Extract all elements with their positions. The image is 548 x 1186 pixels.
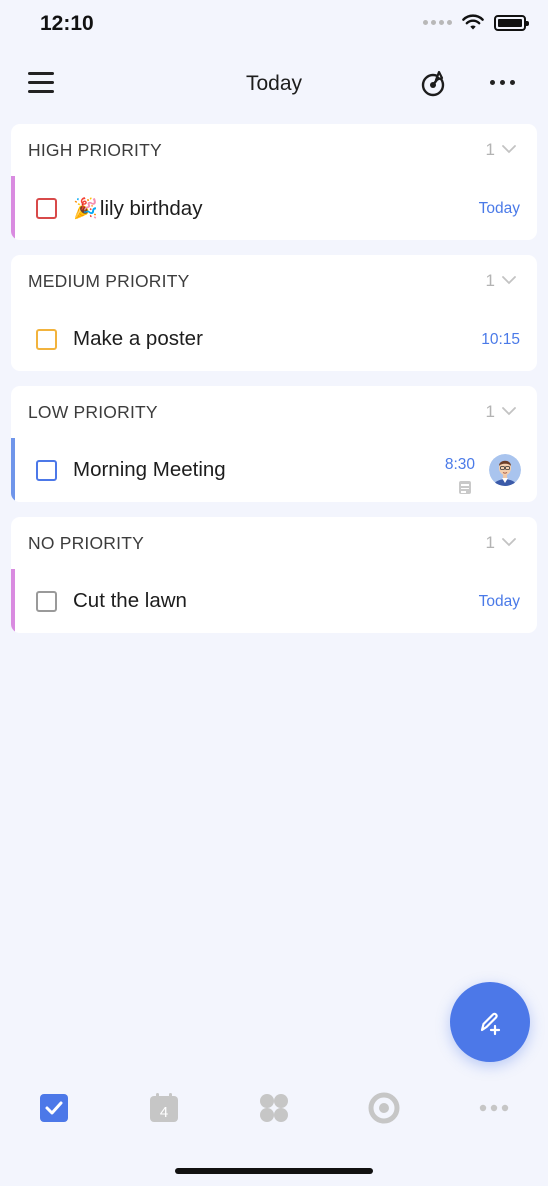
assignee-avatar[interactable]: [489, 454, 521, 486]
section-count: 1: [485, 140, 495, 159]
home-indicator[interactable]: [175, 1168, 373, 1174]
party-popper-icon: 🎉: [73, 198, 98, 220]
section-count: 1: [485, 533, 495, 552]
task-date: Today: [478, 593, 520, 610]
task-date: 10:15: [481, 331, 520, 348]
section-title: MEDIUM PRIORITY: [28, 271, 190, 291]
task-checkbox[interactable]: [36, 460, 57, 481]
chevron-down-icon[interactable]: [501, 142, 517, 156]
section-medium-priority: MEDIUM PRIORITY 1 Make a poster 10:15: [11, 255, 537, 371]
section-no-priority: NO PRIORITY 1 Cut the lawn Today: [11, 517, 537, 633]
tab-apps[interactable]: [258, 1092, 290, 1124]
task-title: 🎉 lily birthday: [73, 196, 202, 221]
task-accent-stripe: [11, 438, 15, 502]
add-task-button[interactable]: [450, 982, 530, 1062]
task-row[interactable]: Cut the lawn Today: [11, 569, 537, 633]
section-count: 1: [485, 402, 495, 421]
section-header[interactable]: LOW PRIORITY 1: [11, 386, 537, 438]
focus-tab-icon: [368, 1092, 400, 1124]
note-icon: [459, 481, 471, 494]
task-accent-stripe: [11, 569, 15, 633]
section-title: HIGH PRIORITY: [28, 140, 162, 160]
theme-icon[interactable]: [418, 68, 450, 100]
calendar-tab-icon: 4: [150, 1093, 178, 1122]
task-title: Cut the lawn: [73, 589, 187, 612]
section-low-priority: LOW PRIORITY 1 Morning Meeting 8:30: [11, 386, 537, 502]
section-high-priority: HIGH PRIORITY 1 🎉 lily birthday Today: [11, 124, 537, 240]
status-time: 12:10: [40, 12, 94, 35]
status-bar: 12:10: [0, 0, 548, 48]
more-tab-icon: [479, 1104, 509, 1112]
section-title: LOW PRIORITY: [28, 402, 158, 422]
section-title: NO PRIORITY: [28, 533, 144, 553]
apps-tab-icon: [260, 1094, 288, 1122]
tab-tasks[interactable]: [38, 1092, 70, 1124]
task-title-text: lily birthday: [99, 196, 203, 220]
tab-more[interactable]: [478, 1092, 510, 1124]
task-date: Today: [478, 200, 520, 217]
section-count: 1: [485, 271, 495, 290]
task-row[interactable]: Morning Meeting 8:30: [11, 438, 537, 502]
task-checkbox[interactable]: [36, 329, 57, 350]
tab-bar: 4: [0, 1084, 548, 1134]
status-icons: [423, 14, 529, 31]
tab-calendar[interactable]: 4: [148, 1092, 180, 1124]
page-title: Today: [245, 72, 303, 95]
section-header[interactable]: HIGH PRIORITY 1: [11, 124, 537, 176]
chevron-down-icon[interactable]: [501, 535, 517, 549]
edit-add-icon: [480, 1012, 501, 1036]
chevron-down-icon[interactable]: [501, 404, 517, 418]
checkbox-tab-icon: [40, 1094, 68, 1122]
more-icon[interactable]: [490, 80, 515, 85]
chevron-down-icon[interactable]: [501, 273, 517, 287]
battery-icon: [494, 14, 529, 31]
section-header[interactable]: MEDIUM PRIORITY 1: [11, 255, 537, 307]
task-row[interactable]: 🎉 lily birthday Today: [11, 176, 537, 240]
calendar-day: 4: [160, 1104, 168, 1121]
task-title: Morning Meeting: [73, 458, 226, 481]
task-time: 8:30: [444, 456, 475, 473]
tab-focus[interactable]: [368, 1092, 400, 1124]
task-checkbox[interactable]: [36, 198, 57, 219]
section-header[interactable]: NO PRIORITY 1: [11, 517, 537, 569]
top-bar: Today: [0, 62, 548, 108]
task-accent-stripe: [11, 176, 15, 240]
cellular-signal-icon: [423, 20, 452, 25]
task-checkbox[interactable]: [36, 591, 57, 612]
task-row[interactable]: Make a poster 10:15: [11, 307, 537, 371]
wifi-icon: [462, 14, 484, 30]
task-title: Make a poster: [73, 327, 203, 350]
